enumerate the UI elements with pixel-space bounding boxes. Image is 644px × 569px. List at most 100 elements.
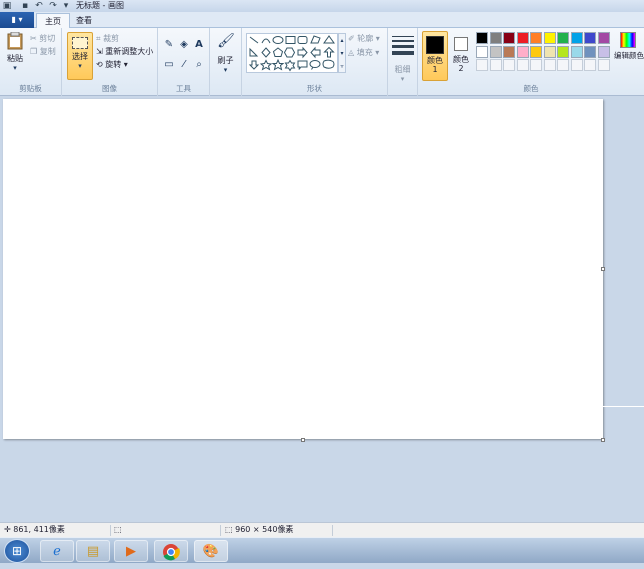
resize-handle-right[interactable]	[601, 267, 605, 271]
resize-handle-corner[interactable]	[601, 438, 605, 442]
crop-label: 裁剪	[103, 34, 120, 43]
paint-icon: 🎨	[202, 544, 220, 559]
palette-swatch[interactable]	[503, 32, 515, 44]
pencil-icon[interactable]: ✎	[162, 38, 176, 52]
text-tool-icon[interactable]: A	[192, 38, 206, 52]
resize-button[interactable]: ⇲ 重新调整大小	[96, 46, 153, 58]
palette-swatch[interactable]	[543, 32, 556, 44]
select-label: 选择	[72, 52, 88, 61]
rotate-button[interactable]: ⟲ 旋转 ▾	[96, 59, 128, 71]
undo-icon[interactable]: ↶	[34, 1, 44, 11]
palette-swatch[interactable]	[516, 59, 529, 71]
start-button[interactable]: ⊞	[4, 539, 30, 563]
taskbar-ie[interactable]: ℯ	[40, 540, 74, 562]
palette-swatch[interactable]	[489, 45, 502, 58]
scissors-icon: ✂	[30, 34, 37, 43]
outline-icon: ✐	[348, 34, 355, 43]
palette-swatch[interactable]	[530, 32, 542, 44]
crop-button[interactable]: ⌗ 裁剪	[96, 33, 119, 45]
ribbon-tabs: ▮ ▾ 主页 查看	[0, 12, 644, 28]
palette-swatch[interactable]	[516, 45, 529, 58]
palette-swatch[interactable]	[557, 59, 569, 71]
palette-swatch[interactable]	[530, 45, 542, 58]
palette-swatch[interactable]	[597, 32, 610, 44]
canvas-size: ⬚ 960 × 540像素	[225, 523, 335, 538]
outline-button[interactable]: ✐ 轮廓 ▾	[348, 33, 380, 45]
paint-app-icon[interactable]: ▣	[2, 1, 12, 11]
colors-group-label: 颜色	[523, 84, 539, 93]
tab-view[interactable]: 查看	[68, 13, 100, 28]
palette-swatch[interactable]	[476, 59, 488, 71]
taskbar-paint[interactable]: 🎨	[194, 540, 228, 562]
size-dropdown-icon: ▾	[400, 75, 405, 83]
tab-home[interactable]: 主页	[36, 13, 70, 28]
folder-icon: ▤	[86, 544, 100, 559]
status-bar: ✛ 861, 411像素 ⬚ ⬚ 960 × 540像素	[0, 522, 644, 537]
shapes-gallery[interactable]	[246, 33, 338, 73]
palette-swatch[interactable]	[597, 45, 610, 58]
palette-swatch[interactable]	[503, 45, 515, 58]
shapes-scroll[interactable]: ▴ ▾ ▿	[338, 33, 346, 73]
color1-button[interactable]: 颜色 1	[422, 31, 448, 81]
save-icon[interactable]: ▪	[20, 1, 30, 11]
color2-label: 颜色 2	[453, 55, 469, 73]
magnifier-icon[interactable]: ⌕	[192, 58, 206, 72]
palette-swatch[interactable]	[476, 45, 488, 58]
image-group: 选择 ▾ ⌗ 裁剪 ⇲ 重新调整大小 ⟲ 旋转 ▾ 图像	[62, 28, 158, 96]
media-player-icon: ▶	[126, 544, 136, 559]
file-menu-button[interactable]: ▮ ▾	[0, 12, 34, 28]
fill-bucket-icon[interactable]: ◈	[177, 38, 191, 52]
clipboard-icon	[7, 31, 23, 50]
palette-swatch[interactable]	[570, 59, 583, 71]
fill-button[interactable]: ◬ 填充 ▾	[348, 47, 379, 59]
edit-colors-label: 编辑颜色	[614, 51, 644, 60]
resize-handle-bottom[interactable]	[301, 438, 305, 442]
status-divider	[332, 525, 333, 536]
palette-swatch[interactable]	[597, 59, 610, 71]
drawing-canvas[interactable]	[3, 99, 603, 439]
shapes-group-label: 形状	[307, 84, 322, 93]
rotate-icon: ⟲	[96, 60, 103, 69]
palette-swatch[interactable]	[557, 32, 569, 44]
cut-button[interactable]: ✂ 剪切	[30, 33, 55, 45]
canvas-size-icon: ⬚	[225, 525, 233, 534]
customize-toolbar-icon[interactable]: ▾	[61, 1, 71, 11]
palette-swatch[interactable]	[543, 45, 556, 58]
copy-button[interactable]: ❐ 复制	[30, 46, 56, 58]
palette-swatch[interactable]	[570, 32, 583, 44]
brushes-group[interactable]: 🖌 刷子 ▾	[210, 28, 242, 96]
palette-swatch[interactable]	[543, 59, 556, 71]
palette-swatch[interactable]	[584, 32, 596, 44]
size-group[interactable]: 粗细 ▾	[388, 28, 418, 96]
cut-label: 剪切	[39, 34, 56, 43]
palette-swatch[interactable]	[557, 45, 569, 58]
palette-swatch[interactable]	[503, 59, 515, 71]
line-width-icon	[392, 36, 414, 55]
palette-swatch[interactable]	[570, 45, 583, 58]
taskbar-chrome[interactable]	[154, 540, 188, 562]
color1-label: 颜色 1	[427, 56, 443, 74]
color2-button[interactable]: 颜色 2	[450, 31, 472, 81]
color-picker-icon[interactable]: ⁄	[177, 58, 191, 72]
palette-swatch[interactable]	[489, 32, 502, 44]
palette-swatch[interactable]	[489, 59, 502, 71]
taskbar-media[interactable]: ▶	[114, 540, 148, 562]
internet-explorer-icon: ℯ	[53, 544, 61, 559]
palette-swatch[interactable]	[476, 32, 488, 44]
select-button[interactable]: 选择 ▾	[67, 32, 93, 80]
crop-icon: ⌗	[96, 34, 101, 43]
edit-colors-button[interactable]: 编辑颜色	[614, 32, 644, 61]
canvas-area[interactable]	[0, 96, 644, 522]
paste-button[interactable]: 粘贴 ▾	[4, 31, 26, 72]
redo-icon[interactable]: ↷	[48, 1, 58, 11]
taskbar-explorer[interactable]: ▤	[76, 540, 110, 562]
color1-swatch	[426, 36, 444, 54]
eraser-icon[interactable]: ▭	[162, 58, 176, 72]
palette-swatch[interactable]	[516, 32, 529, 44]
palette-swatch[interactable]	[584, 59, 596, 71]
rotate-label: 旋转	[105, 60, 122, 69]
paste-dropdown-icon[interactable]: ▾	[4, 64, 26, 72]
palette-swatch[interactable]	[584, 45, 596, 58]
shape-icons	[248, 35, 335, 72]
palette-swatch[interactable]	[530, 59, 542, 71]
